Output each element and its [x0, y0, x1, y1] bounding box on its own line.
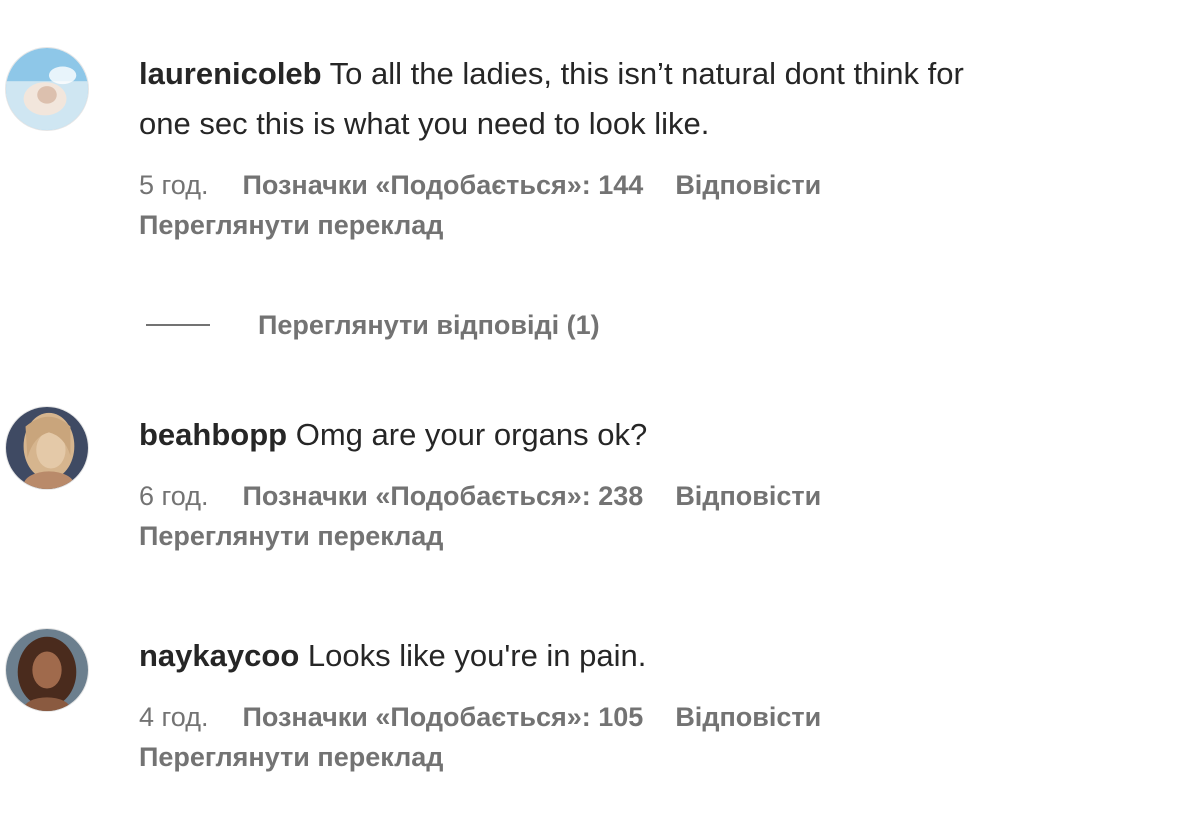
comment-text: laurenicoleb To all the ladies, this isn… — [139, 49, 1159, 99]
comment-time[interactable]: 5 год. — [139, 165, 208, 205]
comment-meta: 5 год. Позначки «Подобається»: 144 Відпо… — [139, 165, 1159, 205]
comment-time[interactable]: 4 год. — [139, 697, 208, 737]
see-translation-button[interactable]: Переглянути переклад — [139, 205, 1159, 245]
comment-text-line2: one sec this is what you need to look li… — [139, 106, 710, 141]
reply-button[interactable]: Відповісти — [675, 476, 821, 516]
reply-button[interactable]: Відповісти — [675, 165, 821, 205]
avatar[interactable] — [5, 47, 89, 131]
see-translation-button[interactable]: Переглянути переклад — [139, 737, 1159, 777]
comment-meta: 6 год. Позначки «Подобається»: 238 Відпо… — [139, 476, 1159, 516]
reply-button[interactable]: Відповісти — [675, 697, 821, 737]
avatar-image — [6, 48, 88, 130]
comment-likes[interactable]: Позначки «Подобається»: 105 — [242, 697, 643, 737]
avatar[interactable] — [5, 406, 89, 490]
comment-username[interactable]: naykaycoo — [139, 638, 299, 673]
comment-username[interactable]: beahbopp — [139, 417, 287, 452]
view-replies-button[interactable]: Переглянути відповіді (1) — [146, 305, 600, 345]
comment-username[interactable]: laurenicoleb — [139, 56, 322, 91]
avatar-image — [6, 407, 88, 489]
view-replies-label: Переглянути відповіді (1) — [258, 310, 600, 340]
avatar[interactable] — [5, 628, 89, 712]
replies-divider-line — [146, 324, 210, 326]
avatar-image — [6, 629, 88, 711]
see-translation-button[interactable]: Переглянути переклад — [139, 516, 1159, 556]
comment-text-body: Looks like you're in pain. — [299, 638, 647, 673]
comment-text-body: Omg are your organs ok? — [287, 417, 648, 452]
comment-meta: 4 год. Позначки «Подобається»: 105 Відпо… — [139, 697, 1159, 737]
comment-likes[interactable]: Позначки «Подобається»: 144 — [242, 165, 643, 205]
comment-likes[interactable]: Позначки «Подобається»: 238 — [242, 476, 643, 516]
comment-text: naykaycoo Looks like you're in pain. — [139, 631, 1159, 681]
comment-text-line1: To all the ladies, this isn’t natural do… — [321, 56, 964, 91]
comment-time[interactable]: 6 год. — [139, 476, 208, 516]
comment-text: beahbopp Omg are your organs ok? — [139, 410, 1159, 460]
